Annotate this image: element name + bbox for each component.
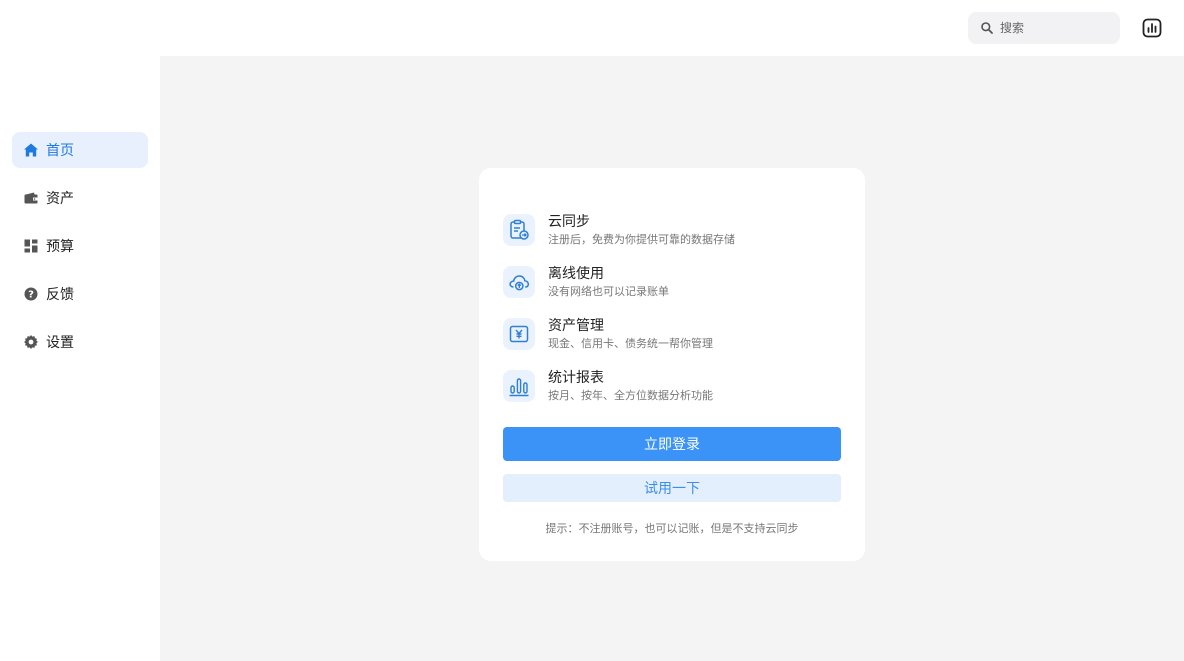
search-icon <box>980 21 994 35</box>
svg-text:?: ? <box>28 290 34 301</box>
sidebar-item-label: 首页 <box>46 143 74 159</box>
yen-icon <box>503 318 535 350</box>
feature-title: 云同步 <box>548 214 590 230</box>
feature-title: 统计报表 <box>548 370 604 386</box>
feature-title: 资产管理 <box>548 318 604 334</box>
gear-icon <box>23 334 39 350</box>
sidebar: 首页 资产 预算 ? 反馈 设置 <box>0 56 160 661</box>
feature-asset-management: 资产管理 现金、信用卡、债务统一帮你管理 <box>503 314 843 354</box>
sidebar-item-assets[interactable]: 资产 <box>12 180 148 216</box>
main-content: 云同步 注册后，免费为你提供可靠的数据存储 离线使用 没有网络也可以记录账单 资… <box>160 56 1184 661</box>
search-box[interactable] <box>968 12 1120 44</box>
cloud-upload-icon <box>503 266 535 298</box>
login-button[interactable]: 立即登录 <box>503 427 841 461</box>
dashboard-icon <box>23 238 39 254</box>
sidebar-item-label: 资产 <box>46 191 74 207</box>
sidebar-item-feedback[interactable]: ? 反馈 <box>12 276 148 312</box>
feature-cloud-sync: 云同步 注册后，免费为你提供可靠的数据存储 <box>503 210 843 250</box>
sidebar-item-label: 预算 <box>46 239 74 255</box>
search-input[interactable] <box>1000 21 1110 35</box>
bar-chart-icon <box>503 370 535 402</box>
sidebar-item-settings[interactable]: 设置 <box>12 324 148 360</box>
help-circle-icon: ? <box>23 286 39 302</box>
hint-text: 提示：不注册账号，也可以记账，但是不支持云同步 <box>545 522 799 535</box>
welcome-card: 云同步 注册后，免费为你提供可靠的数据存储 离线使用 没有网络也可以记录账单 资… <box>479 168 865 561</box>
home-icon <box>23 142 39 158</box>
clipboard-sync-icon <box>503 214 535 246</box>
bar-chart-icon <box>1142 18 1162 38</box>
sidebar-item-label: 设置 <box>46 335 74 351</box>
try-button[interactable]: 试用一下 <box>503 474 841 502</box>
wallet-icon <box>23 190 39 206</box>
feature-description: 注册后，免费为你提供可靠的数据存储 <box>548 233 735 246</box>
sidebar-item-label: 反馈 <box>46 287 74 303</box>
sidebar-item-home[interactable]: 首页 <box>12 132 148 168</box>
feature-description: 按月、按年、全方位数据分析功能 <box>548 389 713 402</box>
statistics-button[interactable] <box>1140 16 1164 40</box>
feature-description: 现金、信用卡、债务统一帮你管理 <box>548 337 713 350</box>
sidebar-item-budget[interactable]: 预算 <box>12 228 148 264</box>
top-bar <box>0 0 1184 56</box>
feature-statistics: 统计报表 按月、按年、全方位数据分析功能 <box>503 366 843 406</box>
feature-description: 没有网络也可以记录账单 <box>548 285 669 298</box>
feature-offline: 离线使用 没有网络也可以记录账单 <box>503 262 843 302</box>
feature-title: 离线使用 <box>548 266 604 282</box>
